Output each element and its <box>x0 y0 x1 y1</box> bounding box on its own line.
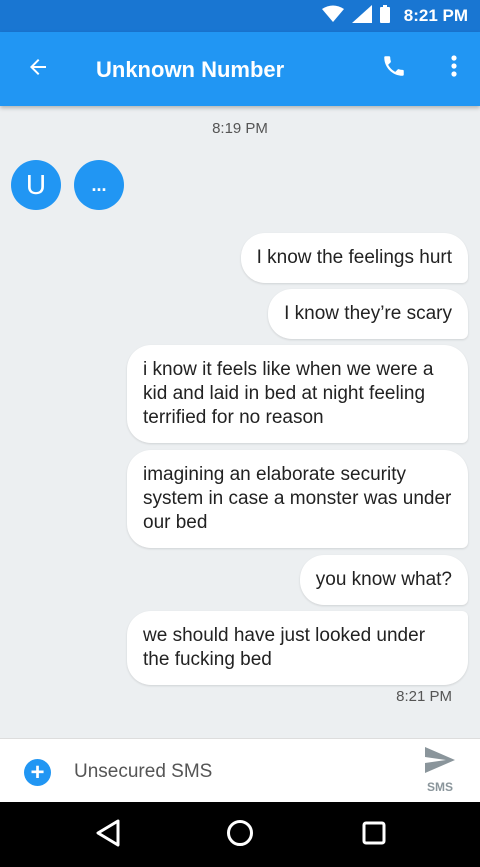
add-attachment-button[interactable]: + <box>24 759 51 786</box>
more-vert-icon <box>451 54 457 82</box>
typing-indicator: ... <box>74 160 124 210</box>
message-bubble[interactable]: we should have just looked under the fuc… <box>127 611 468 685</box>
message-bubble[interactable]: imagining an elaborate security system i… <box>127 450 468 548</box>
circle-home-icon <box>226 819 254 852</box>
nav-home-button[interactable] <box>212 812 268 858</box>
send-icon <box>425 747 455 778</box>
call-button[interactable] <box>374 48 414 88</box>
message-bubble[interactable]: you know what? <box>299 555 468 605</box>
system-nav-bar <box>0 802 480 867</box>
nav-back-button[interactable] <box>80 812 136 858</box>
nav-recents-button[interactable] <box>346 812 402 858</box>
message-bubble[interactable]: I know the feelings hurt <box>240 233 468 283</box>
battery-icon <box>379 4 390 28</box>
back-arrow-icon <box>26 55 50 84</box>
send-button[interactable]: SMS <box>416 747 464 797</box>
page-title: Unknown Number <box>96 57 285 82</box>
triangle-back-icon <box>95 819 121 852</box>
square-recents-icon <box>362 821 386 850</box>
compose-bar: + SMS <box>0 738 480 802</box>
status-time: 8:21 PM <box>403 6 468 25</box>
message-bubble[interactable]: I know they’re scary <box>268 289 468 339</box>
message-bubble[interactable]: i know it feels like when we were a kid … <box>127 345 468 443</box>
message-thread[interactable]: 8:19 PM U ... I know the feelings hurt I… <box>0 106 480 738</box>
phone-icon <box>381 53 407 84</box>
message-input[interactable] <box>74 758 394 786</box>
contact-avatar[interactable]: U <box>11 160 61 210</box>
cell-signal-icon <box>351 4 372 28</box>
back-button[interactable] <box>14 45 62 93</box>
more-options-button[interactable] <box>434 48 474 88</box>
thread-timestamp: 8:19 PM <box>212 120 268 137</box>
send-label: SMS <box>426 780 453 794</box>
app-bar: Unknown Number <box>0 32 480 106</box>
message-timestamp: 8:21 PM <box>396 688 452 705</box>
status-bar: 8:21 PM <box>0 0 480 32</box>
wifi-icon <box>321 5 344 28</box>
status-icons: 8:21 PM <box>321 0 468 32</box>
